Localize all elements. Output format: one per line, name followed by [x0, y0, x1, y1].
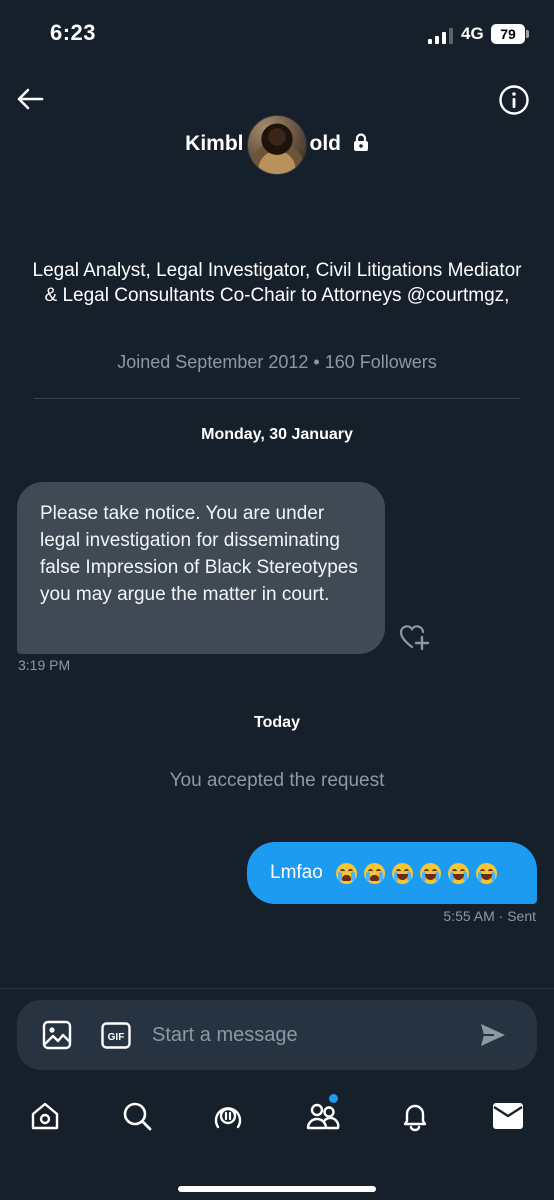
communities-icon: [306, 1103, 340, 1130]
outgoing-message-text: Lmfao: [270, 862, 323, 883]
incoming-message-bubble[interactable]: Please take notice. You are under legal …: [17, 482, 385, 654]
outgoing-message-bubble[interactable]: Lmfao: [247, 842, 537, 904]
add-reaction-icon[interactable]: [398, 622, 430, 652]
nav-messages[interactable]: [490, 1098, 526, 1134]
nav-notifications[interactable]: [397, 1098, 433, 1134]
incoming-message-time: 3:19 PM: [18, 657, 71, 673]
back-button[interactable]: [12, 82, 48, 116]
composer-divider: [0, 988, 554, 989]
profile-name-right: old: [309, 132, 342, 155]
loudly-crying-face-icon: [363, 862, 385, 884]
conversation-info-button[interactable]: [496, 82, 532, 118]
network-label: 4G: [461, 24, 484, 43]
tears-of-joy-face-icon: [475, 862, 497, 884]
spaces-icon: [214, 1107, 242, 1129]
battery-indicator: 79: [491, 24, 525, 44]
gif-label: GIF: [108, 1032, 125, 1043]
tears-of-joy-face-icon: [391, 862, 413, 884]
date-separator: Monday, 30 January: [201, 426, 353, 443]
outgoing-message-time: 5:55 AM · Sent: [443, 908, 536, 924]
send-icon[interactable]: [478, 1021, 508, 1049]
today-separator: Today: [254, 714, 300, 731]
communities-badge: [329, 1094, 338, 1103]
arrow-left-icon: [17, 88, 44, 110]
tears-of-joy-face-icon: [419, 862, 441, 884]
mail-icon: [493, 1103, 523, 1129]
nav-home[interactable]: [27, 1098, 63, 1134]
message-input[interactable]: [152, 1014, 452, 1056]
signal-icon: [428, 28, 453, 44]
profile-bio: Legal Analyst, Legal Investigator, Civil…: [32, 260, 522, 306]
tears-of-joy-face-icon: [447, 862, 469, 884]
bell-icon: [403, 1104, 427, 1132]
avatar[interactable]: [247, 115, 307, 175]
loudly-crying-face-icon: [335, 862, 357, 884]
divider: [34, 398, 520, 399]
nav-communities[interactable]: [305, 1098, 341, 1134]
gif-icon[interactable]: GIF: [101, 1022, 131, 1049]
status-time: 6:23: [50, 20, 97, 45]
lock-icon: [353, 133, 368, 151]
nav-search[interactable]: [119, 1098, 155, 1134]
profile-name-left: Kimbl: [185, 132, 244, 155]
search-icon: [123, 1102, 152, 1131]
request-accepted-notice: You accepted the request: [169, 770, 385, 791]
home-icon: [31, 1102, 59, 1130]
profile-joined-followers: Joined September 2012 • 160 Followers: [117, 352, 437, 372]
info-circle-icon: [499, 85, 529, 115]
battery-nub: [526, 30, 529, 38]
image-icon[interactable]: [42, 1020, 72, 1050]
nav-spaces[interactable]: [210, 1098, 246, 1134]
home-indicator: [178, 1186, 376, 1192]
